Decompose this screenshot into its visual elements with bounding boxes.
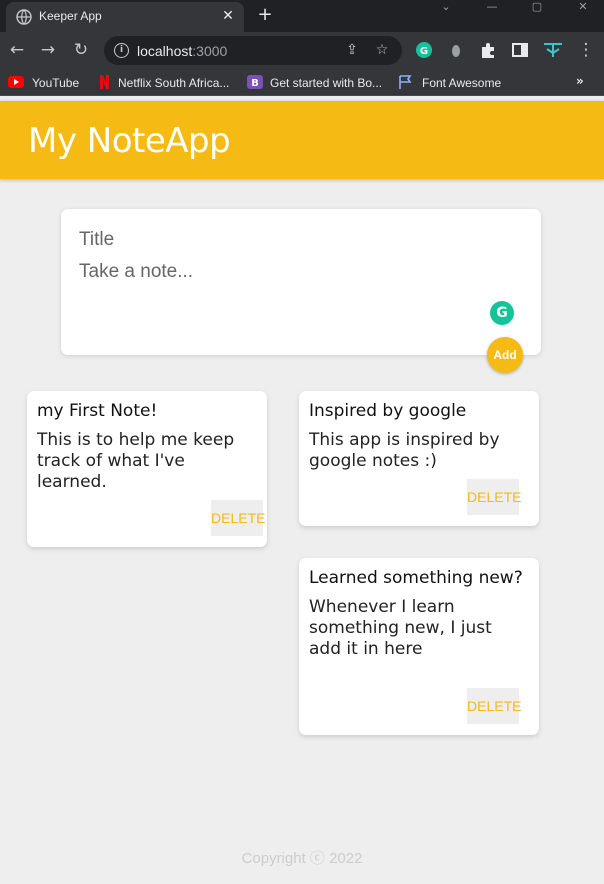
note-content: This app is inspired by google notes :) [309,430,500,471]
footer-copyright: Copyright ⓒ 2022 [241,850,363,867]
note-title: Inspired by google [309,401,467,421]
tab-search-icon[interactable]: ⌄ [438,0,454,14]
bookmark-bootstrap[interactable]: Get started with Bo... [270,75,382,91]
note-title-input[interactable] [79,229,519,251]
bookmark-youtube[interactable]: YouTube [32,75,79,91]
grammarly-extension-icon[interactable]: G [415,41,433,59]
puzzle-icon[interactable] [479,41,497,59]
forward-icon[interactable]: → [38,40,58,60]
browser-tab[interactable]: Keeper App ✕ [6,2,244,32]
browser-toolbar: ← → ↻ i localhost:3000 ⇪ ☆ G ⋮ [0,32,604,69]
delete-note-button[interactable]: DELETE [211,500,265,536]
back-icon[interactable]: ← [7,40,27,60]
bookmark-netflix[interactable]: Netflix South Africa... [118,75,229,91]
note-content-input[interactable] [79,261,519,321]
note-card: my First Note! This is to help me keep t… [27,391,267,547]
bookmarks-bar: YouTube Netflix South Africa... B Get st… [0,69,604,96]
address-bar[interactable]: i localhost:3000 ⇪ ☆ [104,36,402,65]
close-window-icon[interactable]: ✕ [575,0,591,14]
add-note-button[interactable]: Add [487,337,523,373]
tab-title: Keeper App [39,9,102,23]
reload-icon[interactable]: ↻ [71,40,91,60]
extension-icon[interactable] [447,41,465,59]
grammarly-icon[interactable]: G [490,301,514,325]
delete-note-button[interactable]: DELETE [467,688,521,724]
app-header: My NoteApp [0,101,604,179]
note-title: my First Note! [37,401,158,421]
profile-avatar-icon[interactable] [542,41,564,59]
share-icon[interactable]: ⇪ [344,42,360,58]
netflix-icon [100,75,109,89]
app-title: My NoteApp [28,121,231,161]
minimize-icon[interactable]: — [484,0,500,14]
note-content: Whenever I learn something new, I just a… [309,597,492,659]
maximize-icon[interactable]: ▢ [529,0,545,14]
youtube-icon [8,76,24,88]
note-content: This is to help me keep track of what I'… [37,430,235,492]
site-info-icon[interactable]: i [114,43,129,58]
note-card: Inspired by google This app is inspired … [299,391,539,526]
bookmark-star-icon[interactable]: ☆ [374,42,390,58]
browser-tab-bar: Keeper App ✕ + ⌄ — ▢ ✕ [0,0,604,32]
bookmark-font-awesome[interactable]: Font Awesome [422,75,501,91]
side-panel-icon[interactable] [511,41,529,59]
delete-note-button[interactable]: DELETE [467,479,521,515]
new-tab-icon[interactable]: + [256,6,274,24]
more-menu-icon[interactable]: ⋮ [576,40,596,60]
more-bookmarks-icon[interactable]: » [576,74,584,88]
svg-text:B: B [251,78,259,89]
url-text: localhost:3000 [137,43,228,59]
bootstrap-icon: B [247,75,263,89]
svg-text:G: G [420,46,428,57]
flag-icon [399,75,412,89]
create-note-form [61,209,541,355]
note-card: Learned something new? Whenever I learn … [299,558,539,735]
tab-close-icon[interactable]: ✕ [220,8,236,24]
globe-icon [16,9,32,25]
note-title: Learned something new? [309,568,523,588]
